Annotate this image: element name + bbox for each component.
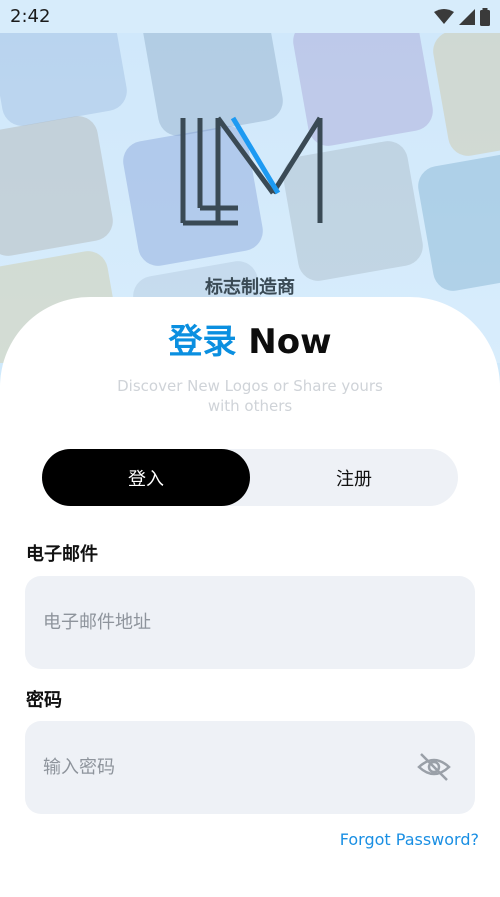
tab-register[interactable]: 注册 xyxy=(250,449,458,506)
title-accent: 登录 xyxy=(168,322,237,362)
title-rest: Now xyxy=(248,322,332,362)
brand-caption: 标志制造商 xyxy=(205,277,295,298)
login-card: 登录 Now Discover New Logos or Share yours… xyxy=(0,297,500,897)
email-field[interactable] xyxy=(25,576,475,669)
status-time: 2:42 xyxy=(10,6,51,27)
auth-tabs: 登入 注册 xyxy=(42,449,458,506)
subtitle: Discover New Logos or Share yours with o… xyxy=(117,377,383,415)
forgot-password-link[interactable]: Forgot Password? xyxy=(340,830,479,849)
password-label: 密码 xyxy=(26,690,62,711)
status-bar: 2:42 xyxy=(0,0,500,33)
lm-monogram-icon xyxy=(180,116,323,226)
tab-login[interactable]: 登入 xyxy=(42,449,250,506)
wifi-icon xyxy=(434,9,454,24)
email-label: 电子邮件 xyxy=(26,544,98,565)
password-field[interactable] xyxy=(25,721,475,814)
battery-icon xyxy=(480,8,490,26)
signal-icon xyxy=(459,9,475,25)
eye-off-icon[interactable] xyxy=(416,749,452,785)
status-icons xyxy=(434,8,490,26)
page-title: 登录 Now xyxy=(0,314,500,363)
